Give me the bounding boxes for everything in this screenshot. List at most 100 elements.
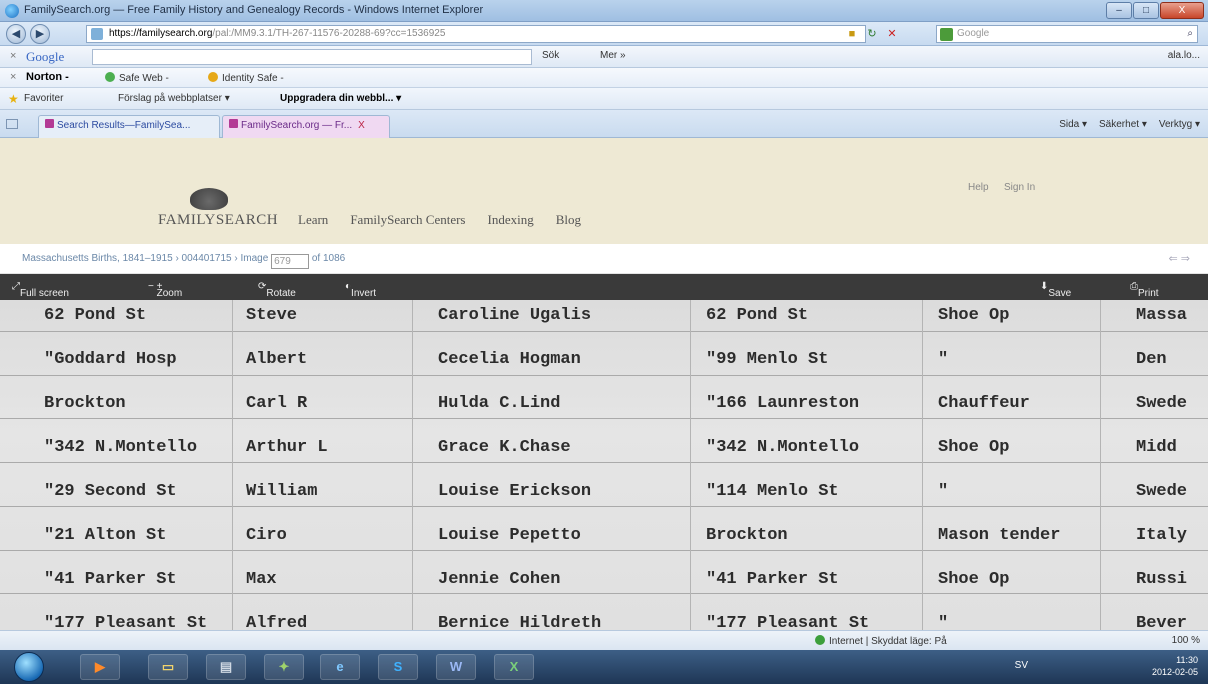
grid-line	[0, 550, 1208, 551]
record-cell-residence: "177 Pleasant St	[44, 614, 208, 630]
back-button[interactable]: ◀	[6, 24, 26, 44]
internet-explorer-icon	[5, 4, 19, 18]
close-toolbar-icon[interactable]: ×	[10, 50, 16, 62]
norton-menu[interactable]: Norton -	[26, 71, 69, 83]
tab-label: FamilySearch.org — Fr...	[241, 120, 353, 131]
security-zone[interactable]: Internet | Skyddat läge: På	[815, 635, 947, 647]
record-cell-parent-residence: "41 Parker St	[706, 570, 839, 589]
word-icon[interactable]: W	[436, 654, 476, 680]
record-cell-mother-name: Louise Erickson	[438, 482, 592, 501]
search-input[interactable]: Google ⌕	[936, 25, 1198, 43]
google-more-button[interactable]: Mer »	[600, 50, 626, 61]
familysearch-tree-logo[interactable]	[190, 188, 228, 210]
suggested-sites-link[interactable]: Förslag på webbplatser ▾	[118, 93, 230, 104]
internet-explorer-taskbar-icon[interactable]: e	[320, 654, 360, 680]
google-search-button[interactable]: Sök	[542, 50, 559, 61]
record-cell-mother-name: Grace K.Chase	[438, 438, 571, 457]
image-nav-arrows[interactable]: ⇐ ⇒	[1169, 252, 1191, 265]
invert-label: Invert	[351, 288, 377, 299]
zoom-level[interactable]: 100 %	[1172, 635, 1200, 646]
full-screen-button[interactable]: ⤢ Full screen	[12, 281, 69, 299]
nav-blog[interactable]: Blog	[556, 212, 581, 228]
breadcrumb-film[interactable]: 004401715	[182, 253, 232, 264]
grid-line	[922, 300, 923, 630]
help-link[interactable]: Help	[968, 182, 989, 193]
excel-icon[interactable]: X	[494, 654, 534, 680]
record-cell-parent-residence: "177 Pleasant St	[706, 614, 870, 630]
image-number-input[interactable]: 679	[271, 254, 310, 269]
safe-web-menu[interactable]: Safe Web -	[105, 72, 169, 84]
close-tab-icon[interactable]: X	[358, 120, 365, 131]
close-window-button[interactable]: X	[1160, 2, 1204, 19]
google-account[interactable]: ala.lo...	[1168, 50, 1200, 61]
stop-icon[interactable]: ✕	[885, 27, 899, 41]
file-explorer-icon[interactable]: ▭	[148, 654, 188, 680]
record-cell-child-name: Max	[246, 570, 277, 589]
page-menu[interactable]: Sida ▾	[1059, 119, 1087, 130]
image-total: of 1086	[311, 253, 346, 264]
nav-familysearch-centers[interactable]: FamilySearch Centers	[350, 212, 465, 228]
norton-toolbar: × Norton - Safe Web - Identity Safe -	[0, 68, 1208, 88]
record-cell-mother-name: Hulda C.Lind	[438, 394, 561, 413]
invert-button[interactable]: ◐ Invert	[345, 281, 376, 299]
lock-icon[interactable]: ■	[845, 27, 859, 41]
tools-menu[interactable]: Verktyg ▾	[1159, 119, 1200, 130]
app-icon[interactable]: ✦	[264, 654, 304, 680]
nav-indexing[interactable]: Indexing	[487, 212, 533, 228]
site-brand[interactable]: FAMILYSEARCH	[158, 212, 278, 229]
app-icon[interactable]: ▤	[206, 654, 246, 680]
identity-safe-menu[interactable]: Identity Safe -	[208, 72, 284, 84]
record-cell-child-name: Arthur L	[246, 438, 328, 457]
record-image[interactable]: 62 Pond St Steve Caroline Ugalis 62 Pond St…	[0, 300, 1208, 630]
close-toolbar-icon[interactable]: ×	[10, 71, 16, 83]
refresh-icon[interactable]: ↻	[865, 27, 879, 41]
record-cell-mother-name: Bernice Hildreth	[438, 614, 602, 630]
familysearch-favicon	[45, 119, 54, 128]
forward-button[interactable]: ▶	[30, 24, 50, 44]
language-indicator[interactable]: SV	[1015, 660, 1028, 672]
record-cell-mother-name: Cecelia Hogman	[438, 350, 581, 369]
clock-time[interactable]: 11:30	[1176, 655, 1198, 665]
record-cell-occupation: "	[938, 482, 949, 501]
google-search-field[interactable]	[92, 49, 532, 65]
url-field[interactable]: https://familysearch.org/pal:/MM9.3.1/TH…	[86, 25, 866, 43]
record-cell-parent-residence: 62 Pond St	[706, 306, 809, 325]
google-toolbar: × Google Sök Mer » ala.lo...	[0, 46, 1208, 68]
safety-menu[interactable]: Säkerhet ▾	[1099, 119, 1147, 130]
record-cell-residence: "342 N.Montello	[44, 438, 198, 457]
url-path: /pal:/MM9.3.1/TH-267-11576-20288-69?cc=1…	[212, 28, 446, 39]
record-cell-residence: "21 Alton St	[44, 526, 167, 545]
start-button[interactable]	[14, 652, 44, 682]
quick-tabs-icon[interactable]	[6, 119, 18, 129]
record-cell-residence: Brockton	[44, 394, 126, 413]
sign-in-link[interactable]: Sign In	[1004, 182, 1035, 193]
favorites-button[interactable]: Favoriter	[24, 93, 63, 104]
rotate-label: Rotate	[266, 288, 296, 299]
rotate-button[interactable]: ⟳ Rotate	[258, 281, 296, 299]
record-cell-occupation: Mason tender	[938, 526, 1061, 545]
nav-learn[interactable]: Learn	[298, 212, 328, 228]
tab-bar: Search Results—FamilySea... FamilySearch…	[0, 110, 1208, 138]
grid-line	[0, 506, 1208, 507]
minimize-button[interactable]: –	[1106, 2, 1132, 19]
grid-line	[690, 300, 691, 630]
tab-familysearch[interactable]: FamilySearch.org — Fr... X	[222, 115, 390, 138]
print-button[interactable]: ⎙ Print	[1130, 281, 1159, 299]
record-cell-occupation: Chauffeur	[938, 394, 1030, 413]
record-cell-occupation: Shoe Op	[938, 438, 1010, 457]
save-button[interactable]: ⬇ Save	[1040, 281, 1071, 299]
breadcrumb-collection[interactable]: Massachusetts Births, 1841–1915	[22, 253, 173, 264]
clock-date[interactable]: 2012-02-05	[1152, 667, 1198, 677]
search-icon[interactable]: ⌕	[1187, 26, 1193, 42]
skype-icon[interactable]: S	[378, 654, 418, 680]
record-cell-residence: "41 Parker St	[44, 570, 177, 589]
media-player-icon[interactable]: ▶	[80, 654, 120, 680]
upgrade-browser-link[interactable]: Uppgradera din webbl... ▾	[280, 93, 401, 104]
address-bar: ◀ ▶ https://familysearch.org/pal:/MM9.3.…	[0, 22, 1208, 46]
favorites-star-icon[interactable]: ★	[8, 92, 19, 106]
record-cell-occupation: Shoe Op	[938, 306, 1010, 325]
maximize-button[interactable]: □	[1133, 2, 1159, 19]
tab-search-results[interactable]: Search Results—FamilySea...	[38, 115, 220, 138]
zoom-control[interactable]: − Zoom +	[148, 281, 182, 299]
search-placeholder: Google	[957, 28, 990, 39]
